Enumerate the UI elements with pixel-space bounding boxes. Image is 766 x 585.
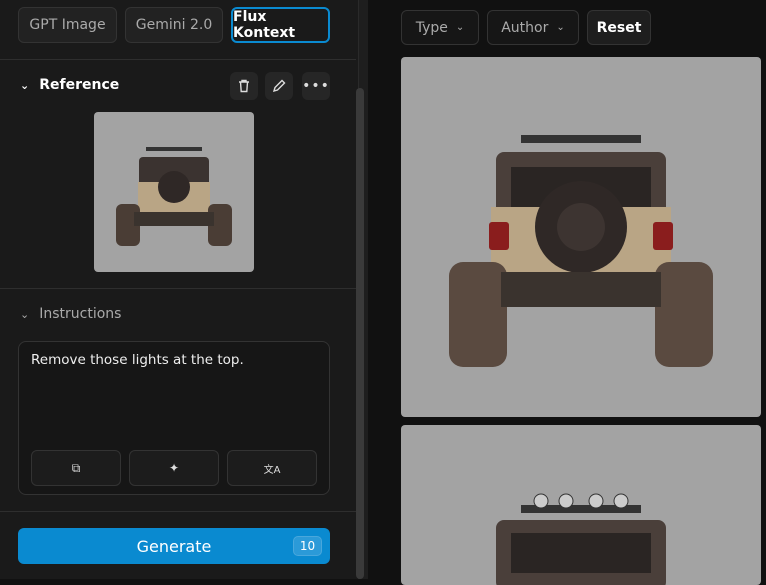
pencil-icon [272,79,286,93]
reference-header[interactable]: ⌄ Reference [20,77,119,93]
type-filter[interactable]: Type ⌄ [401,10,479,45]
generate-label: Generate [136,536,212,556]
instructions-input[interactable]: Remove those lights at the top. ⧉ ✦ 文A [18,341,330,495]
instructions-title: Instructions [39,306,122,322]
delete-button[interactable] [230,72,258,100]
chevron-down-icon: ⌄ [556,22,565,33]
reference-title: Reference [39,77,120,93]
type-label: Type [415,19,448,36]
divider [0,288,356,289]
more-button[interactable]: ••• [302,72,330,100]
chevron-down-icon: ⌄ [20,307,30,321]
author-label: Author [501,19,549,36]
edit-button[interactable] [265,72,293,100]
divider [0,511,356,512]
translate-icon: 文A [263,464,281,476]
author-filter[interactable]: Author ⌄ [487,10,579,45]
trash-icon [239,79,249,93]
tab-flux-kontext[interactable]: Flux Kontext [231,7,330,43]
translate-button[interactable]: 文A [227,450,317,486]
instructions-header[interactable]: ⌄ Instructions [20,306,121,322]
copy-button[interactable]: ⧉ [31,450,121,486]
tab-gemini[interactable]: Gemini 2.0 [125,7,223,43]
reference-image[interactable] [94,112,254,272]
generated-image[interactable] [401,425,761,585]
copy-icon: ⧉ [71,460,81,475]
divider [0,59,356,60]
scrollbar-thumb[interactable] [356,88,364,579]
left-panel: GPT Image Gemini 2.0 Flux Kontext ⌄ Refer… [0,0,358,579]
generated-image[interactable] [401,57,761,417]
chevron-down-icon: ⌄ [455,22,465,33]
reset-button[interactable]: Reset [587,10,651,45]
more-icon: ••• [302,78,330,94]
instructions-text[interactable]: Remove those lights at the top. [31,352,244,368]
enhance-button[interactable]: ✦ [129,450,219,486]
tab-gpt-image[interactable]: GPT Image [18,7,117,43]
sparkle-icon: ✦ [168,461,180,475]
chevron-down-icon: ⌄ [20,78,30,92]
credit-count-badge: 10 [293,536,322,556]
generate-button[interactable]: Generate 10 [18,528,330,564]
